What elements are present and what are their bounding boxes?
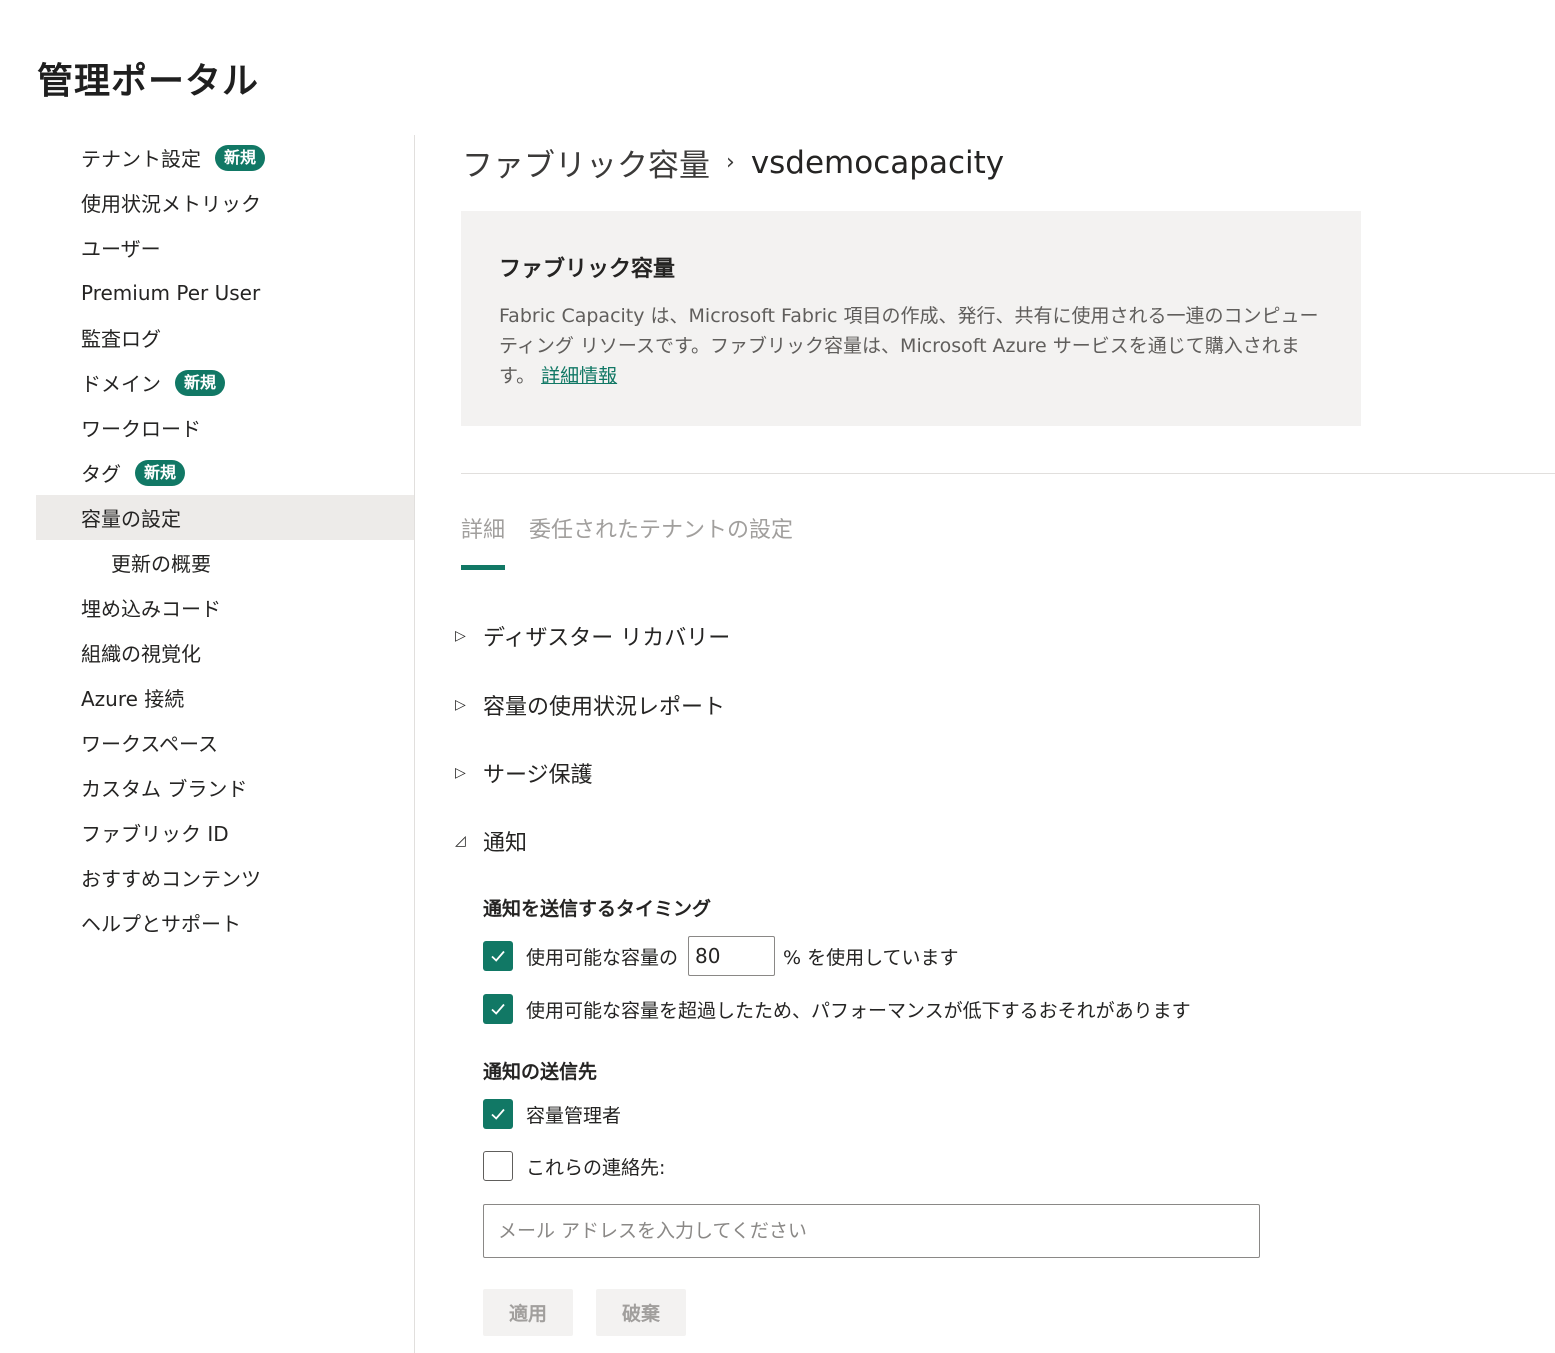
sidebar-item-label: ユーザー bbox=[81, 237, 161, 261]
recipients-title: 通知の送信先 bbox=[483, 1061, 598, 1083]
apply-button[interactable]: 適用 bbox=[483, 1289, 573, 1336]
sidebar-item-label: ドメイン bbox=[81, 372, 161, 396]
admin-row: 容量管理者 bbox=[483, 1099, 621, 1129]
sidebar-item-label: カスタム ブランド bbox=[81, 777, 248, 801]
chevron-right-icon: › bbox=[726, 150, 735, 175]
sidebar-item-tags[interactable]: タグ 新規 bbox=[36, 450, 414, 495]
sidebar-item-capacity-settings[interactable]: 容量の設定 bbox=[36, 495, 414, 540]
sidebar-item-label: 使用状況メトリック bbox=[81, 192, 261, 216]
tab-delegated-tenant-settings[interactable]: 委任されたテナントの設定 bbox=[529, 510, 793, 570]
new-badge: 新規 bbox=[215, 144, 266, 171]
exceed-label: 使用可能な容量を超過したため、パフォーマンスが低下するおそれがあります bbox=[526, 999, 1191, 1022]
usage-threshold-checkbox[interactable] bbox=[483, 941, 513, 971]
sidebar-item-label: ワークロード bbox=[81, 417, 201, 441]
sidebar-item-featured-content[interactable]: おすすめコンテンツ bbox=[36, 855, 414, 900]
usage-threshold-prefix: 使用可能な容量の bbox=[526, 946, 679, 969]
info-title: ファブリック容量 bbox=[499, 257, 676, 282]
sidebar-item-org-visuals[interactable]: 組織の視覚化 bbox=[36, 630, 414, 675]
usage-threshold-suffix: % を使用しています bbox=[783, 946, 959, 969]
sidebar-item-workloads[interactable]: ワークロード bbox=[36, 405, 414, 450]
capacity-admin-label: 容量管理者 bbox=[526, 1104, 622, 1127]
sidebar-item-embed-codes[interactable]: 埋め込みコード bbox=[36, 585, 414, 630]
sidebar-item-label: 監査ログ bbox=[81, 327, 161, 351]
discard-button[interactable]: 破棄 bbox=[596, 1289, 686, 1336]
content-divider bbox=[461, 473, 1555, 474]
sidebar-item-label: おすすめコンテンツ bbox=[81, 867, 261, 891]
section-label: 通知 bbox=[483, 831, 528, 856]
sidebar-item-label: ワークスペース bbox=[81, 732, 218, 756]
info-description-text: Fabric Capacity は、Microsoft Fabric 項目の作成… bbox=[499, 305, 1319, 387]
caret-down-icon: ◿ bbox=[455, 833, 466, 849]
sidebar-item-label: 組織の視覚化 bbox=[81, 642, 201, 666]
info-panel: ファブリック容量 Fabric Capacity は、Microsoft Fab… bbox=[461, 211, 1361, 426]
sidebar-item-label: Premium Per User bbox=[81, 280, 261, 305]
capacity-admin-checkbox[interactable] bbox=[483, 1099, 513, 1129]
sidebar-item-custom-branding[interactable]: カスタム ブランド bbox=[36, 765, 414, 810]
tab-bar: 詳細 委任されたテナントの設定 bbox=[461, 510, 817, 570]
section-surge-protection[interactable]: ▷ サージ保護 bbox=[455, 757, 593, 789]
sidebar-item-label: 埋め込みコード bbox=[81, 597, 221, 621]
section-label: 容量の使用状況レポート bbox=[483, 695, 726, 720]
checkmark-icon bbox=[491, 950, 505, 962]
info-description: Fabric Capacity は、Microsoft Fabric 項目の作成… bbox=[499, 301, 1329, 391]
sidebar-item-premium-per-user[interactable]: Premium Per User bbox=[36, 270, 414, 315]
email-input[interactable] bbox=[483, 1204, 1260, 1258]
contacts-checkbox[interactable] bbox=[483, 1151, 513, 1181]
sidebar-item-usage-metrics[interactable]: 使用状況メトリック bbox=[36, 180, 414, 225]
page-title: 管理ポータル bbox=[37, 61, 260, 102]
sidebar-item-label: テナント設定 bbox=[81, 147, 201, 171]
timing-title: 通知を送信するタイミング bbox=[483, 898, 712, 920]
sidebar-item-users[interactable]: ユーザー bbox=[36, 225, 414, 270]
section-label: ディザスター リカバリー bbox=[483, 626, 731, 651]
breadcrumb-parent[interactable]: ファブリック容量 bbox=[462, 140, 710, 185]
caret-right-icon: ▷ bbox=[455, 765, 466, 781]
sidebar-item-label: Azure 接続 bbox=[81, 687, 185, 711]
breadcrumb-current: vsdemocapacity bbox=[750, 144, 1005, 181]
breadcrumb: ファブリック容量 › vsdemocapacity bbox=[462, 140, 1004, 185]
sidebar-divider bbox=[414, 135, 415, 1353]
learn-more-link[interactable]: 詳細情報 bbox=[541, 365, 617, 387]
sidebar-item-tenant-settings[interactable]: テナント設定 新規 bbox=[36, 135, 414, 180]
contacts-row: これらの連絡先: bbox=[483, 1151, 665, 1181]
sidebar-item-label: 更新の概要 bbox=[111, 552, 211, 576]
checkmark-icon bbox=[491, 1108, 505, 1120]
usage-threshold-input[interactable] bbox=[688, 936, 776, 976]
sidebar-item-help-support[interactable]: ヘルプとサポート bbox=[36, 900, 414, 945]
new-badge: 新規 bbox=[175, 369, 226, 396]
exceed-checkbox[interactable] bbox=[483, 994, 513, 1024]
sidebar-item-domains[interactable]: ドメイン 新規 bbox=[36, 360, 414, 405]
section-notifications[interactable]: ◿ 通知 bbox=[455, 825, 527, 857]
section-usage-report[interactable]: ▷ 容量の使用状況レポート bbox=[455, 689, 725, 721]
new-badge: 新規 bbox=[135, 459, 186, 486]
sidebar-item-label: 容量の設定 bbox=[81, 507, 181, 531]
sidebar-item-azure-connections[interactable]: Azure 接続 bbox=[36, 675, 414, 720]
sidebar-item-refresh-summary[interactable]: 更新の概要 bbox=[36, 540, 414, 585]
usage-threshold-row: 使用可能な容量の % を使用しています bbox=[483, 936, 959, 976]
checkmark-icon bbox=[491, 1003, 505, 1015]
exceed-row: 使用可能な容量を超過したため、パフォーマンスが低下するおそれがあります bbox=[483, 994, 1191, 1024]
caret-right-icon: ▷ bbox=[455, 697, 466, 713]
contacts-label: これらの連絡先: bbox=[526, 1156, 666, 1179]
caret-right-icon: ▷ bbox=[455, 628, 466, 644]
section-label: サージ保護 bbox=[483, 763, 593, 788]
tab-details[interactable]: 詳細 bbox=[461, 510, 506, 570]
sidebar-nav: テナント設定 新規 使用状況メトリック ユーザー Premium Per User… bbox=[36, 135, 414, 945]
sidebar-item-label: ファブリック ID bbox=[81, 822, 229, 846]
sidebar-item-label: ヘルプとサポート bbox=[81, 912, 241, 936]
sidebar-item-audit-logs[interactable]: 監査ログ bbox=[36, 315, 414, 360]
sidebar-item-label: タグ bbox=[81, 462, 121, 486]
sidebar-item-workspaces[interactable]: ワークスペース bbox=[36, 720, 414, 765]
sidebar-item-fabric-identities[interactable]: ファブリック ID bbox=[36, 810, 414, 855]
section-disaster-recovery[interactable]: ▷ ディザスター リカバリー bbox=[455, 620, 730, 652]
